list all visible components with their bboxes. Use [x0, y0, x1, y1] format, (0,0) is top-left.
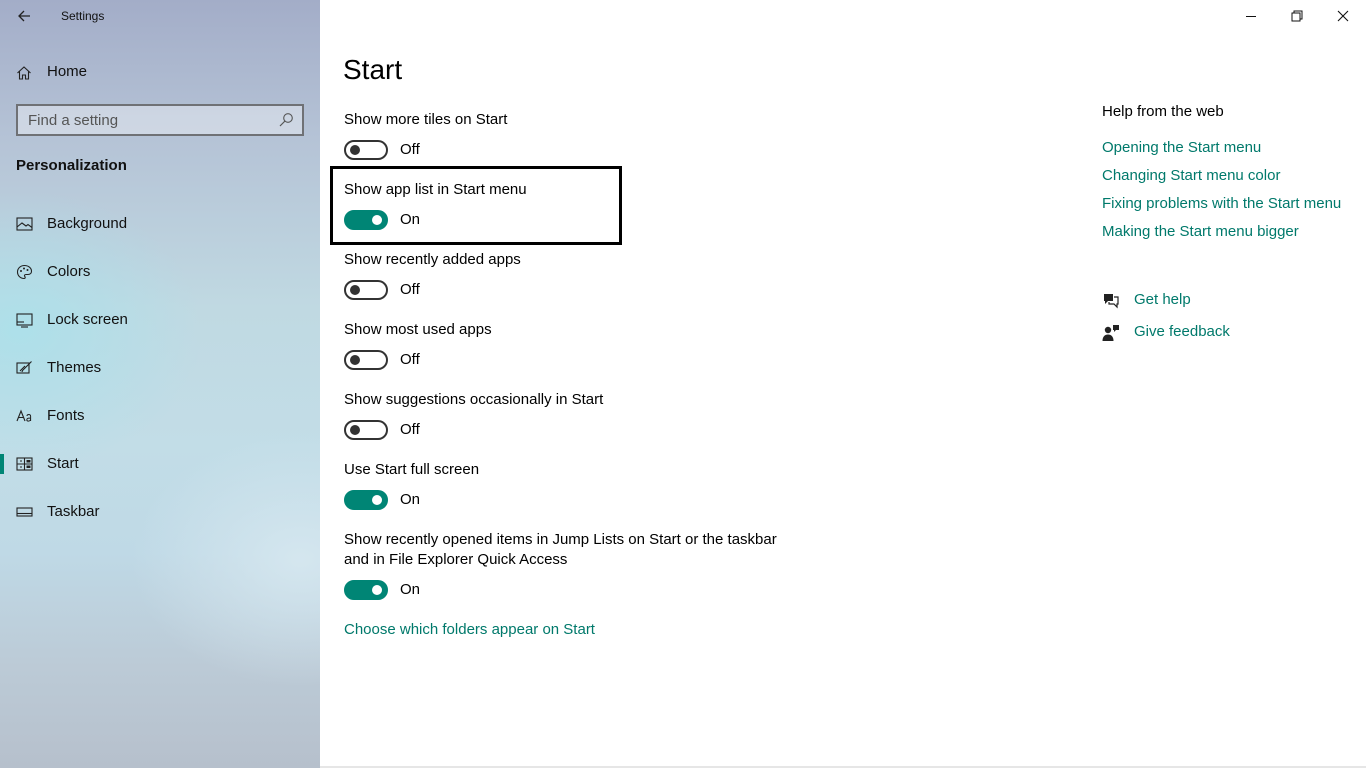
restore-button[interactable]: [1274, 0, 1320, 32]
setting-show-suggestions: Show suggestions occasionally in Start O…: [344, 390, 603, 442]
setting-label: Show more tiles on Start: [344, 111, 508, 128]
toggle-state-label: Off: [400, 281, 420, 298]
brush-icon: [16, 361, 32, 374]
help-heading: Help from the web: [1102, 103, 1224, 120]
section-heading: Personalization: [16, 157, 127, 174]
toggle-knob: [350, 425, 360, 435]
toggle-switch[interactable]: [344, 350, 388, 370]
lock-screen-icon: [16, 313, 33, 328]
active-indicator: [0, 454, 4, 474]
setting-full-screen: Use Start full screen On: [344, 460, 479, 512]
help-link-changing-color[interactable]: Changing Start menu color: [1102, 167, 1341, 195]
sidebar-item-fonts[interactable]: Fonts: [0, 392, 320, 440]
setting-show-recently-added: Show recently added apps Off: [344, 250, 521, 302]
toggle-row: Off: [344, 350, 492, 372]
toggle-state-label: Off: [400, 421, 420, 438]
toggle-switch[interactable]: [344, 580, 388, 600]
back-arrow-icon: [18, 10, 30, 22]
setting-label-line2: and in File Explorer Quick Access: [344, 551, 568, 568]
search-icon[interactable]: [278, 112, 294, 128]
setting-label-line1: Show recently opened items in Jump Lists…: [344, 531, 777, 548]
toggle-row: On: [344, 580, 777, 602]
toggle-state-label: On: [400, 581, 421, 598]
sidebar-item-colors[interactable]: Colors: [0, 248, 320, 296]
restore-icon: [1291, 10, 1303, 22]
sidebar-item-start[interactable]: Start: [0, 440, 320, 488]
sidebar-item-label: Lock screen: [47, 311, 128, 328]
setting-label: Use Start full screen: [344, 461, 480, 478]
toggle-row: On: [344, 490, 479, 512]
setting-label: Show recently added apps: [344, 251, 521, 268]
toggle-knob: [372, 215, 382, 225]
toggle-row: On: [344, 210, 527, 232]
sidebar-item-label: Themes: [47, 359, 102, 376]
home-icon: [17, 66, 31, 80]
sidebar-item-background[interactable]: Background: [0, 200, 320, 248]
back-button[interactable]: [12, 4, 36, 28]
get-help-link[interactable]: Get help: [1134, 291, 1191, 308]
window-controls: [1228, 0, 1366, 32]
close-icon: [1337, 10, 1349, 22]
setting-label: Show suggestions occasionally in Start: [344, 391, 604, 408]
page-title: Start: [343, 54, 403, 85]
setting-label: Show app list in Start menu: [344, 181, 527, 198]
give-feedback-link[interactable]: Give feedback: [1134, 323, 1230, 340]
start-tiles-icon: [16, 457, 33, 471]
choose-folders-link[interactable]: Choose which folders appear on Start: [344, 621, 595, 638]
help-link-making-bigger[interactable]: Making the Start menu bigger: [1102, 223, 1341, 251]
toggle-switch[interactable]: [344, 490, 388, 510]
toggle-switch[interactable]: [344, 210, 388, 230]
toggle-state-label: Off: [400, 141, 420, 158]
app-title: Settings: [61, 9, 105, 23]
sidebar-item-label: Taskbar: [47, 503, 100, 520]
help-link-opening-start[interactable]: Opening the Start menu: [1102, 139, 1341, 167]
toggle-knob: [350, 285, 360, 295]
settings-window: Settings Home Personalization Background: [0, 0, 1366, 768]
setting-show-more-tiles: Show more tiles on Start Off: [344, 110, 507, 162]
toggle-knob: [372, 495, 382, 505]
sidebar-item-label: Background: [47, 215, 128, 232]
minimize-button[interactable]: [1228, 0, 1274, 32]
setting-show-app-list: Show app list in Start menu On: [344, 180, 527, 232]
search-input[interactable]: [18, 106, 268, 134]
sidebar-item-lock-screen[interactable]: Lock screen: [0, 296, 320, 344]
search-box[interactable]: [16, 104, 304, 136]
picture-icon: [16, 217, 33, 231]
font-icon: [16, 409, 32, 422]
close-button[interactable]: [1320, 0, 1366, 32]
chat-help-icon: [1104, 294, 1119, 309]
toggle-row: Off: [344, 140, 507, 162]
toggle-knob: [350, 355, 360, 365]
palette-icon: [16, 264, 33, 280]
toggle-state-label: On: [400, 491, 421, 508]
setting-label: Show most used apps: [344, 321, 492, 338]
toggle-switch[interactable]: [344, 280, 388, 300]
help-links: Opening the Start menu Changing Start me…: [1102, 139, 1341, 251]
sidebar-item-label: Home: [47, 63, 88, 80]
toggle-row: Off: [344, 280, 521, 302]
toggle-switch[interactable]: [344, 420, 388, 440]
taskbar-icon: [16, 507, 33, 517]
feedback-person-icon: [1102, 325, 1119, 341]
help-link-fixing-problems[interactable]: Fixing problems with the Start menu: [1102, 195, 1341, 223]
sidebar: Settings Home Personalization Background: [0, 0, 320, 768]
sidebar-item-home[interactable]: Home: [0, 56, 320, 90]
toggle-state-label: On: [400, 211, 421, 228]
toggle-row: Off: [344, 420, 603, 442]
sidebar-item-label: Start: [47, 455, 79, 472]
setting-show-most-used: Show most used apps Off: [344, 320, 492, 372]
toggle-state-label: Off: [400, 351, 420, 368]
toggle-knob: [350, 145, 360, 155]
toggle-knob: [372, 585, 382, 595]
sidebar-item-taskbar[interactable]: Taskbar: [0, 488, 320, 536]
sidebar-item-themes[interactable]: Themes: [0, 344, 320, 392]
sidebar-item-label: Colors: [47, 263, 91, 280]
setting-jump-lists: Show recently opened items in Jump Lists…: [344, 530, 777, 602]
minimize-icon: [1246, 16, 1256, 17]
sidebar-item-label: Fonts: [47, 407, 85, 424]
sidebar-nav: Background Colors Lock screen Themes Fon…: [0, 200, 320, 536]
toggle-switch[interactable]: [344, 140, 388, 160]
